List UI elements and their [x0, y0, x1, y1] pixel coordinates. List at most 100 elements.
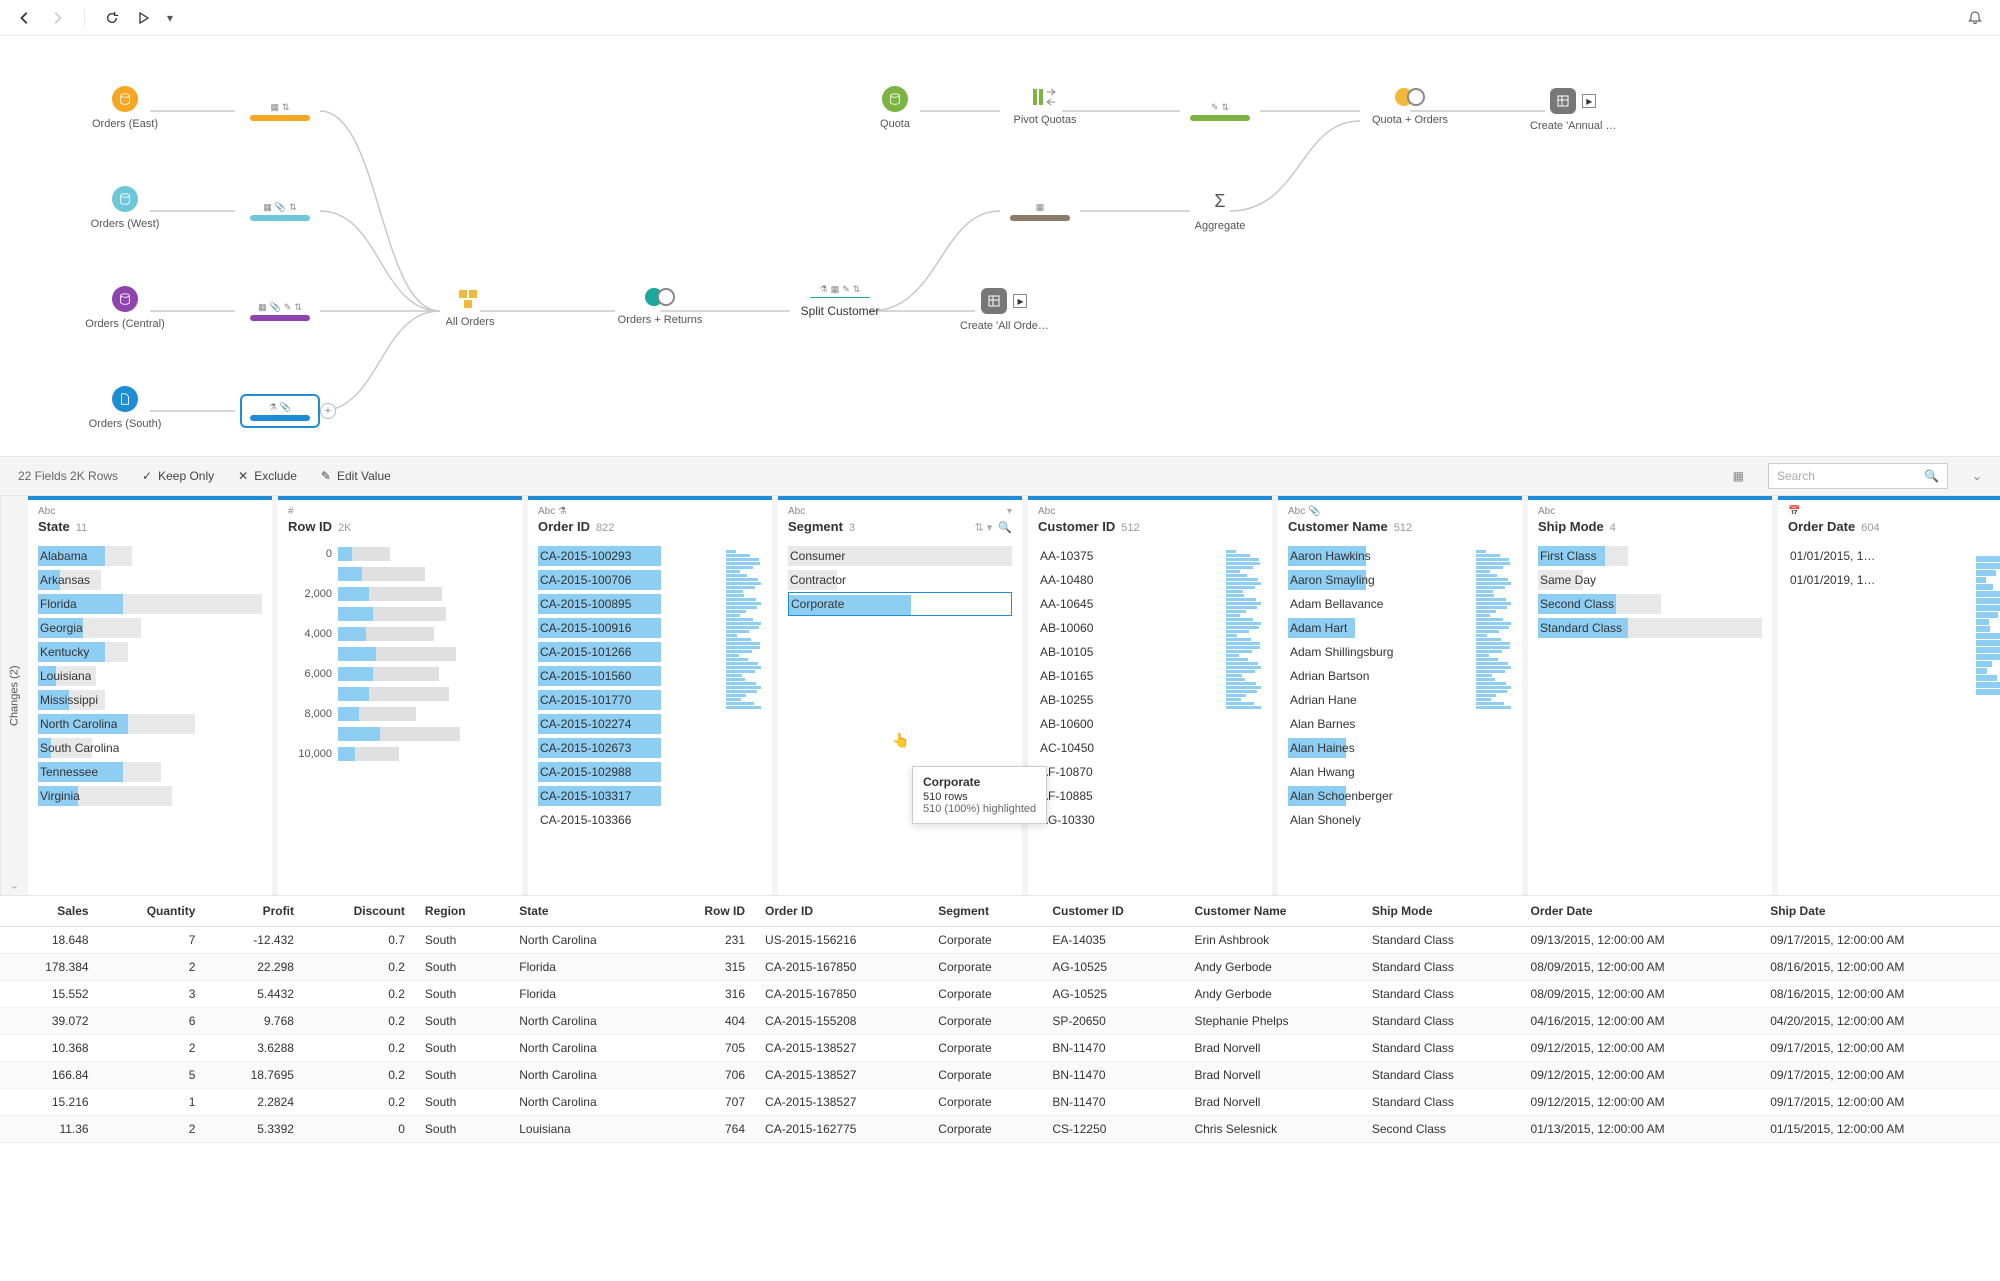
node-orders-south[interactable]: Orders (South)	[60, 386, 190, 430]
profile-column-customerid[interactable]: AbcCustomer ID512AA-10375AA-10480AA-1064…	[1028, 496, 1278, 895]
profile-search-input[interactable]: Search🔍	[1768, 463, 1948, 489]
value-row[interactable]: South Carolina	[38, 736, 262, 760]
profile-column-orderid[interactable]: Abc ⚗Order ID822CA-2015-100293CA-2015-10…	[528, 496, 778, 895]
value-row[interactable]: Florida	[38, 592, 262, 616]
grid-header-cell[interactable]: Row ID	[661, 896, 755, 927]
expand-pane-button[interactable]: ⌄	[1972, 469, 1982, 483]
node-output-annual[interactable]: ▸ Create 'Annual …	[1530, 88, 1650, 132]
node-all-orders-union[interactable]: All Orders	[430, 288, 510, 328]
node-orders-west[interactable]: Orders (West)	[60, 186, 190, 230]
step-split-customer[interactable]: ⚗▦✎⇅Split Customer	[790, 284, 890, 318]
value-row[interactable]: Louisiana	[38, 664, 262, 688]
value-row[interactable]: Alabama	[38, 544, 262, 568]
node-orders-returns-join[interactable]: Orders + Returns	[605, 288, 715, 326]
node-label: Pivot Quotas	[1014, 114, 1077, 126]
grid-cell: 705	[661, 1035, 755, 1062]
grid-row[interactable]: 18.6487-12.4320.7SouthNorth Carolina231U…	[0, 927, 2000, 954]
run-output-button[interactable]: ▸	[1013, 294, 1027, 308]
grid-cell: 0.2	[304, 1008, 415, 1035]
node-output-all-orders[interactable]: ▸ Create 'All Orde…	[960, 288, 1080, 332]
sort-icon[interactable]: ⇅ ▾	[975, 521, 993, 534]
grid-header-cell[interactable]: Ship Mode	[1362, 896, 1521, 927]
grid-header-cell[interactable]: Order ID	[755, 896, 928, 927]
grid-header-cell[interactable]: Segment	[928, 896, 1042, 927]
run-output-button[interactable]: ▸	[1582, 94, 1596, 108]
node-pivot-quotas[interactable]: Pivot Quotas	[1000, 86, 1090, 126]
grid-header-cell[interactable]: Sales	[0, 896, 99, 927]
profile-column-shipmode[interactable]: AbcShip Mode4First ClassSame DaySecond C…	[1528, 496, 1778, 895]
value-row[interactable]: Arkansas	[38, 568, 262, 592]
grid-header-cell[interactable]: Region	[415, 896, 509, 927]
node-quota[interactable]: Quota	[830, 86, 960, 130]
grid-row[interactable]: 39.07269.7680.2SouthNorth Carolina404CA-…	[0, 1008, 2000, 1035]
value-row[interactable]: Virginia	[38, 784, 262, 808]
mini-distribution	[1226, 550, 1266, 885]
run-flow-button[interactable]	[133, 7, 155, 29]
edit-value-button[interactable]: ✎Edit Value	[321, 469, 391, 483]
step-east[interactable]: ▦⇅	[240, 94, 320, 128]
grid-row[interactable]: 11.3625.33920SouthLouisiana764CA-2015-16…	[0, 1116, 2000, 1143]
grid-header-cell[interactable]: Discount	[304, 896, 415, 927]
node-orders-central[interactable]: Orders (Central)	[60, 286, 190, 330]
grid-header-cell[interactable]: Profit	[205, 896, 304, 927]
exclude-button[interactable]: ✕Exclude	[238, 469, 297, 483]
node-quota-orders-join[interactable]: Quota + Orders	[1355, 88, 1465, 126]
grid-cell: 11.36	[0, 1116, 99, 1143]
type-indicator: 📅	[1788, 506, 1800, 517]
grid-cell: EA-14035	[1042, 927, 1184, 954]
forward-button[interactable]	[46, 7, 68, 29]
step-west[interactable]: ▦📎⇅	[240, 194, 320, 228]
search-icon[interactable]: 🔍	[998, 521, 1012, 534]
value-row[interactable]: Second Class	[1538, 592, 1762, 616]
grid-header-cell[interactable]: Order Date	[1521, 896, 1761, 927]
value-row[interactable]: First Class	[1538, 544, 1762, 568]
view-toggle-button[interactable]: ▦	[1733, 469, 1744, 483]
value-row[interactable]: Contractor	[788, 568, 1012, 592]
keep-only-button[interactable]: ✓Keep Only	[142, 469, 214, 483]
grid-row[interactable]: 166.84518.76950.2SouthNorth Carolina706C…	[0, 1062, 2000, 1089]
grid-header-cell[interactable]: Customer ID	[1042, 896, 1184, 927]
grid-row[interactable]: 15.55235.44320.2SouthFlorida316CA-2015-1…	[0, 981, 2000, 1008]
value-row[interactable]: Corporate	[788, 592, 1012, 616]
step-central[interactable]: ▦📎✎⇅	[240, 294, 320, 328]
notifications-icon[interactable]	[1964, 7, 1986, 29]
node-orders-east[interactable]: Orders (East)	[60, 86, 190, 130]
grid-row[interactable]: 10.36823.62880.2SouthNorth Carolina705CA…	[0, 1035, 2000, 1062]
refresh-button[interactable]	[101, 7, 123, 29]
grid-header-cell[interactable]: Quantity	[99, 896, 206, 927]
node-label: Split Customer	[801, 304, 880, 318]
grid-header-cell[interactable]: State	[509, 896, 660, 927]
value-row[interactable]: Consumer	[788, 544, 1012, 568]
value-row[interactable]: Tennessee	[38, 760, 262, 784]
add-step-button[interactable]: +	[320, 403, 336, 419]
grid-row[interactable]: 15.21612.28240.2SouthNorth Carolina707CA…	[0, 1089, 2000, 1116]
profile-column-orderdate[interactable]: 📅Order Date60401/01/2015, 1…01/01/2019, …	[1778, 496, 2000, 895]
node-aggregate[interactable]: Σ Aggregate	[1180, 188, 1260, 232]
grid-header-cell[interactable]: Ship Date	[1760, 896, 2000, 927]
grid-row[interactable]: 178.384222.2980.2SouthFlorida315CA-2015-…	[0, 954, 2000, 981]
value-row[interactable]: Mississippi	[38, 688, 262, 712]
value-row[interactable]: Standard Class	[1538, 616, 1762, 640]
value-row[interactable]: Same Day	[1538, 568, 1762, 592]
value-row[interactable]: North Carolina	[38, 712, 262, 736]
value-row[interactable]: Georgia	[38, 616, 262, 640]
changes-tab[interactable]: › Changes (2)	[0, 496, 28, 895]
profile-columns-scroll[interactable]: AbcState11AlabamaArkansasFloridaGeorgiaK…	[28, 496, 2000, 895]
profile-column-customername[interactable]: Abc 📎Customer Name512Aaron HawkinsAaron …	[1278, 496, 1528, 895]
value-row[interactable]: 01/01/2015, 1…	[1788, 544, 2000, 568]
profile-column-rowid[interactable]: #Row ID2K02,0004,0006,0008,00010,000	[278, 496, 528, 895]
run-dropdown[interactable]: ▾	[165, 7, 175, 29]
step-quota-clean[interactable]: ✎⇅	[1180, 94, 1260, 128]
data-grid[interactable]: SalesQuantityProfitDiscountRegionStateRo…	[0, 896, 2000, 1176]
profile-column-state[interactable]: AbcState11AlabamaArkansasFloridaGeorgiaK…	[28, 496, 278, 895]
value-row[interactable]: Kentucky	[38, 640, 262, 664]
step-south-selected[interactable]: ⚗📎+	[240, 394, 320, 428]
column-menu[interactable]: ▾	[1007, 506, 1012, 517]
node-label: Create 'Annual …	[1530, 120, 1616, 132]
step-brown[interactable]: ▦	[1000, 194, 1080, 228]
value-row[interactable]: 01/01/2019, 1…	[1788, 568, 2000, 592]
grid-header-cell[interactable]: Customer Name	[1184, 896, 1361, 927]
back-button[interactable]	[14, 7, 36, 29]
profile-column-segment[interactable]: Abc▾Segment3⇅ ▾🔍ConsumerContractorCorpor…	[778, 496, 1028, 895]
flow-canvas[interactable]: Orders (East) Orders (West) Orders (Cent…	[0, 36, 2000, 456]
